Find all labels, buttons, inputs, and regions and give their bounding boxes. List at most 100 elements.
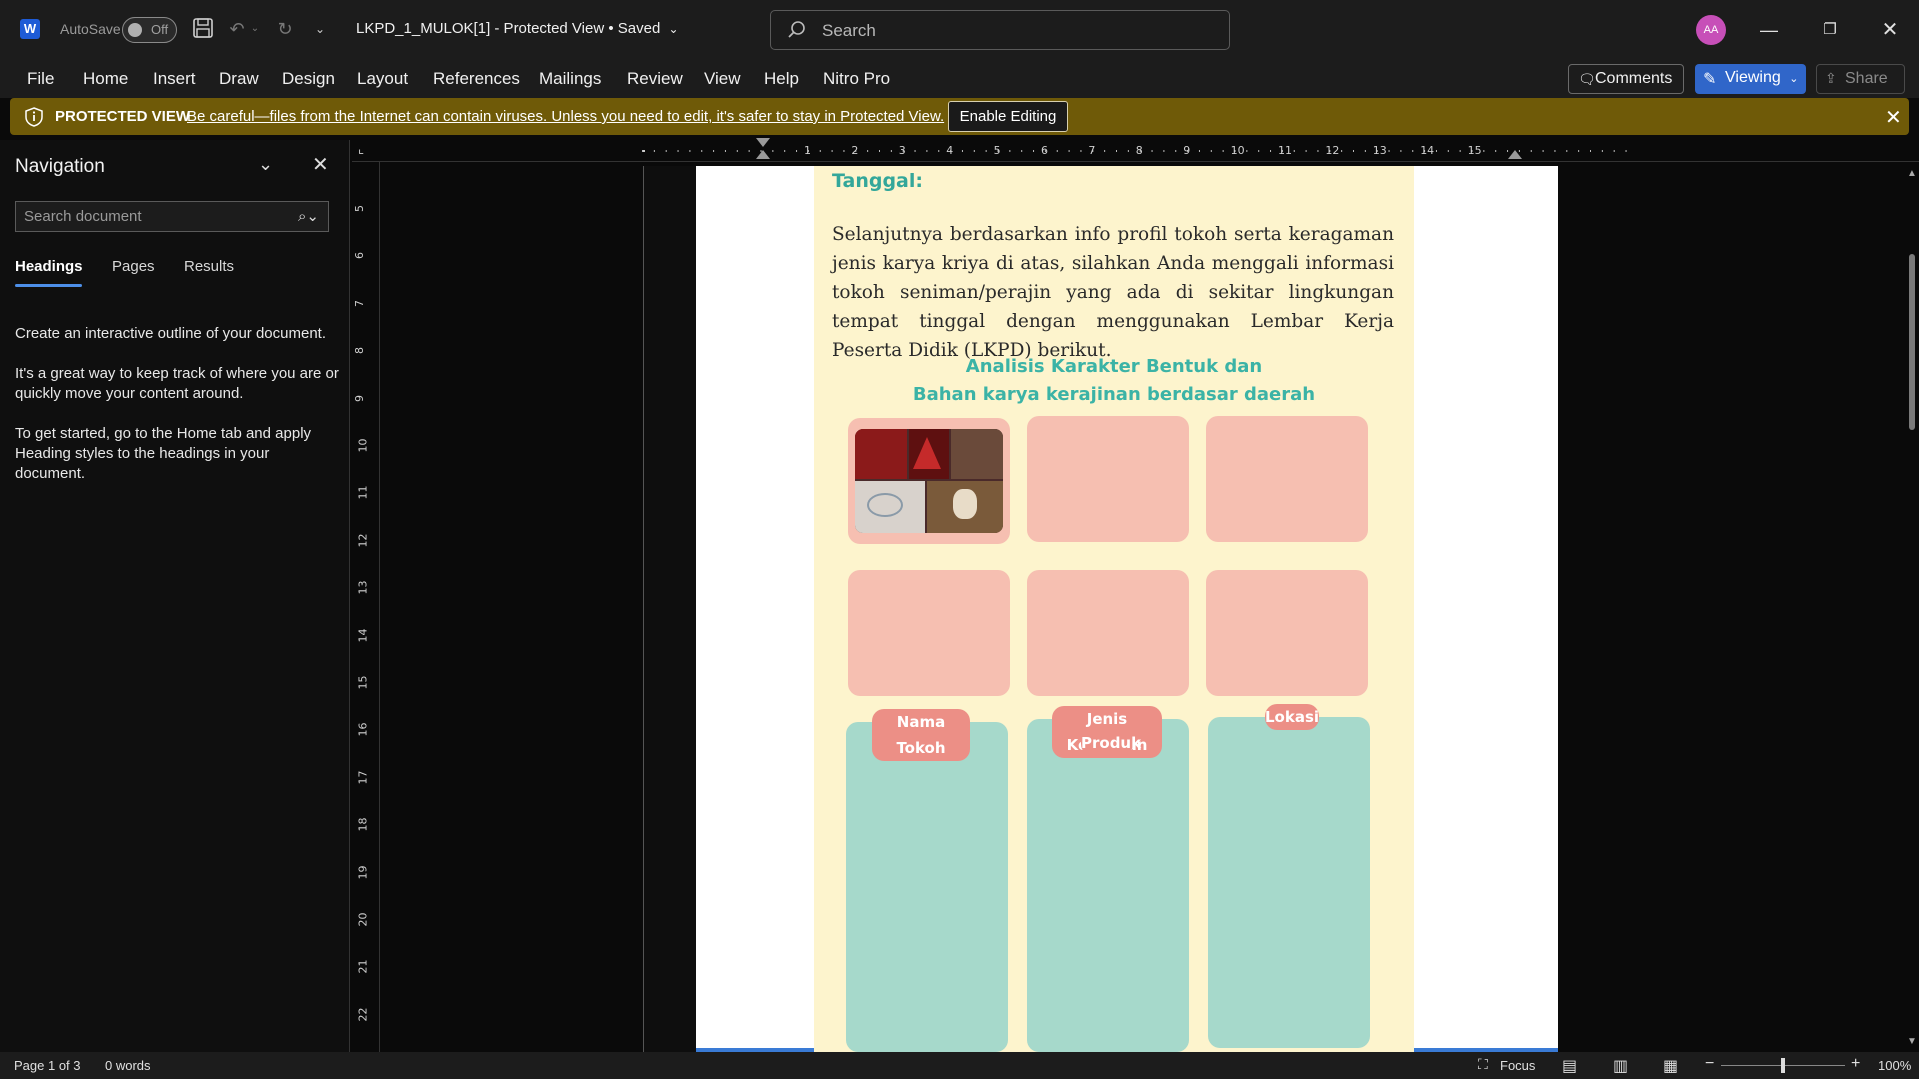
- menu-nitro-pro[interactable]: Nitro Pro: [823, 69, 890, 89]
- search-input[interactable]: Search: [770, 10, 1230, 50]
- ruler-label: 3: [898, 144, 906, 157]
- ruler-label: 6: [353, 252, 366, 260]
- document-canvas[interactable]: Tanggal: Selanjutnya berdasarkan info pr…: [381, 162, 1904, 1052]
- ruler-label: 16: [356, 722, 370, 737]
- autosave-toggle[interactable]: Off: [122, 17, 177, 43]
- craft-image-box: [848, 418, 1010, 544]
- ruler-label: 14: [1420, 144, 1435, 157]
- chevron-down-icon[interactable]: ⌄: [258, 154, 273, 175]
- ruler-label: 10: [356, 438, 370, 453]
- nav-help-text: Create an interactive outline of your do…: [15, 325, 327, 342]
- menu-home[interactable]: Home: [83, 69, 128, 89]
- word-count[interactable]: 0 words: [105, 1058, 151, 1073]
- ruler-label: 1: [804, 144, 811, 157]
- tanggal-label: Tanggal:: [832, 170, 923, 192]
- first-line-indent-marker[interactable]: [756, 138, 770, 147]
- print-layout-icon[interactable]: ▥: [1613, 1056, 1628, 1076]
- page-info[interactable]: Page 1 of 3: [14, 1058, 81, 1073]
- heading-line-1: Analisis Karakter Bentuk dan: [965, 356, 1263, 377]
- enable-editing-button[interactable]: Enable Editing: [948, 101, 1068, 132]
- viewing-label: Viewing: [1725, 69, 1781, 86]
- menu-insert[interactable]: Insert: [153, 69, 196, 89]
- menu-review[interactable]: Review: [627, 69, 683, 89]
- chevron-down-icon: ⌄: [668, 22, 679, 36]
- craft-image-box: [1206, 416, 1368, 542]
- comment-icon: 🗨: [1578, 71, 1596, 87]
- right-indent-marker[interactable]: [1508, 150, 1522, 159]
- close-icon[interactable]: ✕: [1875, 15, 1905, 45]
- menu-layout[interactable]: Layout: [357, 69, 408, 89]
- scroll-down-icon[interactable]: ▼: [1907, 1036, 1917, 1047]
- menu-mailings[interactable]: Mailings: [539, 69, 601, 89]
- zoom-in-icon[interactable]: +: [1851, 1055, 1860, 1073]
- tab-headings[interactable]: Headings: [15, 258, 83, 275]
- menu-design[interactable]: Design: [282, 69, 335, 89]
- vertical-scrollbar[interactable]: ▲ ▼: [1905, 162, 1919, 1052]
- vertical-ruler[interactable]: 567891011121314151617181920212223: [352, 162, 380, 1069]
- scrollbar-thumb[interactable]: [1909, 254, 1915, 430]
- focus-label[interactable]: Focus: [1500, 1058, 1535, 1073]
- customize-quick-access-icon[interactable]: ⌄: [308, 17, 332, 41]
- lokasi-column: [1208, 717, 1370, 1048]
- ruler-label: 11: [356, 485, 370, 500]
- document-title[interactable]: LKPD_1_MULOK[1] - Protected View • Saved…: [356, 20, 679, 37]
- ruler-label: 20: [356, 912, 370, 927]
- tab-pages[interactable]: Pages: [112, 258, 155, 275]
- ruler-label: 21: [356, 959, 370, 974]
- ruler-label: 15: [1467, 144, 1482, 157]
- menu-draw[interactable]: Draw: [219, 69, 259, 89]
- restore-icon[interactable]: ❐: [1815, 15, 1845, 45]
- search-document-placeholder: Search document: [24, 208, 142, 225]
- ruler-label: 19: [356, 865, 370, 880]
- tab-results[interactable]: Results: [184, 258, 234, 275]
- menu-references[interactable]: References: [433, 69, 520, 89]
- scroll-up-icon[interactable]: ▲: [1907, 168, 1917, 179]
- redo-icon[interactable]: ↻: [273, 17, 297, 41]
- undo-dropdown-icon[interactable]: ⌄: [248, 17, 262, 41]
- web-layout-icon[interactable]: ▦: [1663, 1056, 1678, 1076]
- ruler-label: 11: [1278, 144, 1292, 157]
- read-mode-icon[interactable]: ▤: [1562, 1056, 1577, 1076]
- share-icon: ⇪: [1825, 70, 1837, 86]
- focus-icon[interactable]: ⛶: [1478, 1056, 1488, 1073]
- share-button[interactable]: ⇪ Share ⌄: [1816, 64, 1905, 104]
- pen-icon: ✎: [1703, 71, 1717, 88]
- zoom-slider-thumb[interactable]: [1781, 1058, 1785, 1073]
- craft-photo: [855, 429, 1003, 533]
- zoom-level[interactable]: 100%: [1878, 1058, 1911, 1073]
- heading-line-2: Bahan karya kerajinan berdasar daerah: [912, 384, 1316, 405]
- zoom-out-icon[interactable]: −: [1705, 1055, 1714, 1073]
- status-bar: Page 1 of 3 0 words ⛶ Focus ▤ ▥ ▦ − + 10…: [0, 1052, 1919, 1079]
- protected-view-bar: PROTECTED VIEW Be careful—files from the…: [10, 98, 1909, 135]
- search-icon[interactable]: ⌕⌄: [298, 207, 319, 225]
- save-icon[interactable]: [191, 17, 215, 41]
- nav-help-text: It's a great way to keep track of where …: [15, 365, 339, 402]
- menu-view[interactable]: View: [704, 69, 741, 89]
- ruler-label: 7: [1088, 144, 1096, 157]
- ruler-label: 4: [946, 144, 954, 157]
- worksheet-paragraph: Selanjutnya berdasarkan info profil toko…: [832, 224, 1394, 361]
- comments-button[interactable]: 🗨 Comments: [1568, 64, 1684, 94]
- ruler-label: 18: [356, 817, 370, 832]
- undo-icon[interactable]: ↶: [225, 17, 249, 41]
- nama-tokoh-label: Nama Tokoh: [872, 709, 970, 761]
- horizontal-ruler[interactable]: ⌞ 1 2 3 4 5 6 7 8 9 10 11 12 13 14 15: [352, 138, 1919, 162]
- nama-tokoh-column: [846, 722, 1008, 1052]
- viewing-mode-button[interactable]: ✎ Viewing ⌄: [1695, 64, 1806, 94]
- craft-image-box: [1206, 570, 1368, 696]
- left-indent-marker[interactable]: [756, 150, 770, 159]
- minimize-icon[interactable]: —: [1754, 15, 1784, 45]
- ruler-label: 8: [1135, 144, 1143, 157]
- ruler-label: 17: [356, 770, 370, 785]
- search-icon: [788, 21, 805, 38]
- protected-view-title: PROTECTED VIEW: [55, 108, 191, 125]
- protected-view-message-link[interactable]: Be careful—files from the Internet can c…: [187, 108, 944, 125]
- close-icon[interactable]: ✕: [1885, 105, 1902, 130]
- word-logo-icon: W: [20, 19, 40, 39]
- close-icon[interactable]: ✕: [312, 152, 329, 177]
- active-tab-indicator: [15, 284, 82, 287]
- menu-help[interactable]: Help: [764, 69, 799, 89]
- search-document-input[interactable]: Search document ⌕⌄: [15, 201, 329, 232]
- menu-file[interactable]: File: [27, 69, 54, 89]
- avatar[interactable]: AA: [1696, 15, 1726, 45]
